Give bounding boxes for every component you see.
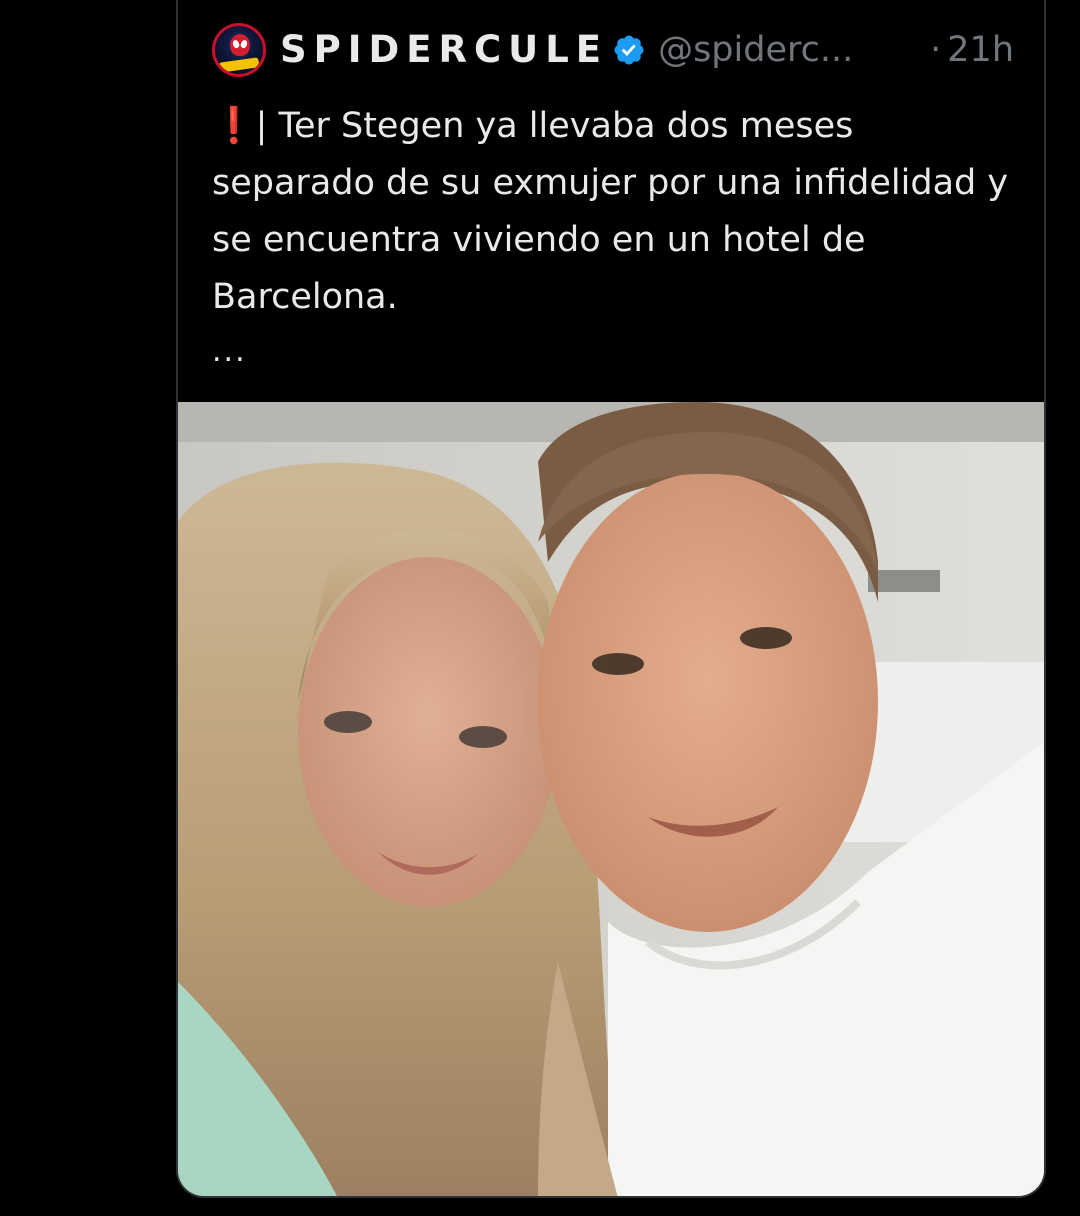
author-display-name[interactable]: SPIDERCULE [280, 22, 608, 78]
tweet-header: SPIDERCULE @spiderc... · 21h [212, 22, 1014, 78]
page: SPIDERCULE @spiderc... · 21h ❗| Ter Stege… [0, 0, 1080, 1216]
tweet-body: | Ter Stegen ya llevaba dos meses separa… [212, 106, 1009, 317]
couple-selfie-photo [178, 402, 1044, 1196]
avatar-ribbon [218, 57, 260, 73]
tweet-timestamp[interactable]: · 21h [930, 22, 1014, 78]
more-indicator[interactable]: ... [212, 334, 247, 369]
tweet-time: 21h [947, 30, 1014, 70]
author-avatar[interactable] [212, 23, 266, 77]
author-handle[interactable]: @spiderc... [658, 22, 853, 78]
tweet-text: ❗| Ter Stegen ya llevaba dos meses separ… [212, 98, 1022, 326]
quoted-tweet-card[interactable]: SPIDERCULE @spiderc... · 21h ❗| Ter Stege… [176, 0, 1046, 1198]
tweet-photo[interactable] [178, 402, 1044, 1196]
exclamation-icon: ❗ [212, 106, 256, 146]
time-separator: · [930, 30, 942, 70]
verified-badge-icon [614, 35, 644, 65]
